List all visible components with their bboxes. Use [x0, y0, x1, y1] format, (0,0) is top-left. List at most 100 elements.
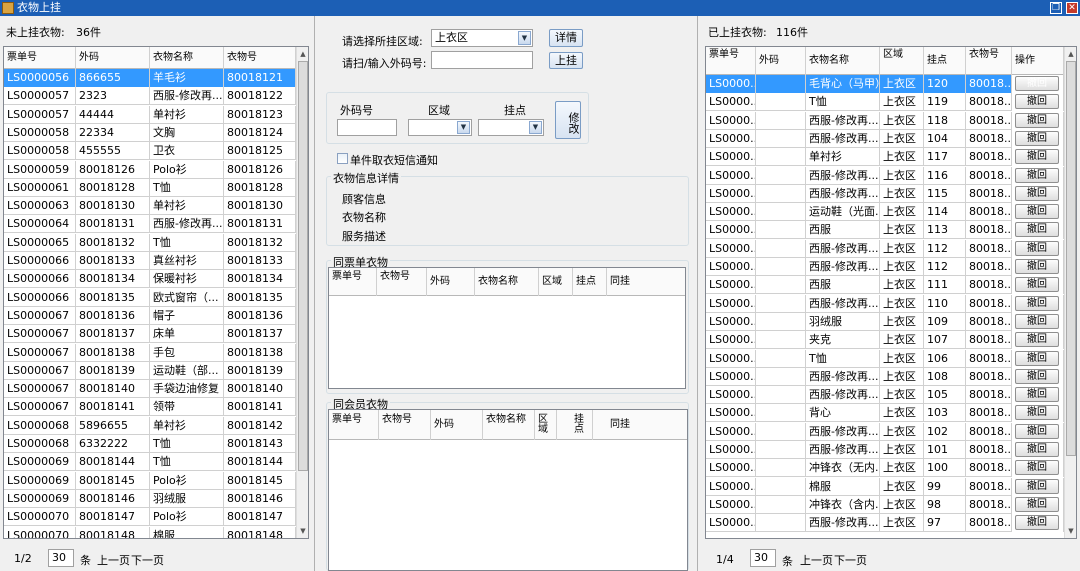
table-row[interactable]: LS0000056 866655 羊毛衫 80018121 — [4, 69, 296, 87]
right-vscrollbar[interactable]: ▲ ▼ — [1064, 47, 1076, 538]
withdraw-button[interactable]: 撤回 — [1015, 496, 1059, 512]
withdraw-button[interactable]: 撤回 — [1015, 112, 1059, 128]
hang-button[interactable]: 上挂 — [549, 52, 583, 69]
table-row[interactable]: LS0000... 西服-修改再... 上衣区 102 80018... 撤回 — [706, 422, 1064, 441]
withdraw-button[interactable]: 撤回 — [1015, 149, 1059, 165]
withdraw-button[interactable]: 撤回 — [1015, 387, 1059, 403]
table-row[interactable]: LS0000067 80018141 领带 80018141 — [4, 398, 296, 417]
chevron-down-icon[interactable]: ▼ — [457, 121, 470, 134]
withdraw-button[interactable]: 撤回 — [1015, 277, 1059, 293]
withdraw-button[interactable]: 撤回 — [1015, 368, 1059, 384]
table-row[interactable]: LS0000... 西服 上衣区 111 80018... 撤回 — [706, 276, 1064, 295]
withdraw-button[interactable]: 撤回 — [1015, 222, 1059, 238]
same-ticket-grid[interactable]: 票单号 衣物号 外码 衣物名称 区域 挂点 同挂 — [328, 267, 686, 389]
table-row[interactable]: LS0000066 80018133 真丝衬衫 80018133 — [4, 252, 296, 270]
withdraw-button[interactable]: 撤回 — [1015, 167, 1059, 183]
table-row[interactable]: LS0000058 455555 卫衣 80018125 — [4, 142, 296, 161]
withdraw-button[interactable]: 撤回 — [1015, 204, 1059, 220]
table-row[interactable]: LS0000059 80018126 Polo衫 80018126 — [4, 160, 296, 179]
withdraw-button[interactable]: 撤回 — [1015, 185, 1059, 201]
same-member-grid[interactable]: 票单号 衣物号 外码 衣物名称 区域 挂点 同挂 — [328, 409, 688, 571]
table-row[interactable]: LS0000... 西服-修改再... 上衣区 115 80018... 撤回 — [706, 184, 1064, 203]
modify-button[interactable]: 修改 — [555, 101, 581, 139]
detail-button[interactable]: 详情 — [549, 29, 583, 47]
withdraw-button[interactable]: 撤回 — [1015, 94, 1059, 110]
left-vscrollbar[interactable]: ▲ ▼ — [296, 47, 308, 538]
table-row[interactable]: LS0000057 44444 单衬衫 80018123 — [4, 105, 296, 124]
table-row[interactable]: LS0000... 西服-修改再... 上衣区 116 80018... 撤回 — [706, 166, 1064, 185]
table-row[interactable]: LS0000067 80018139 运动鞋（部... 80018139 — [4, 361, 296, 380]
scroll-down-icon[interactable]: ▼ — [1065, 524, 1076, 538]
right-prev-page-link[interactable]: 上一页 — [800, 552, 833, 568]
scroll-down-icon[interactable]: ▼ — [297, 524, 308, 538]
area-select[interactable]: 上衣区 ▼ — [431, 29, 533, 47]
left-prev-page-link[interactable]: 上一页 — [97, 552, 130, 568]
table-row[interactable]: LS0000065 80018132 T恤 80018132 — [4, 233, 296, 252]
table-row[interactable]: LS0000069 80018146 羽绒服 80018146 — [4, 489, 296, 508]
withdraw-button[interactable]: 撤回 — [1015, 350, 1059, 366]
left-splitter[interactable] — [314, 16, 315, 571]
table-row[interactable]: LS0000... 羽绒服 上衣区 109 80018... 撤回 — [706, 312, 1064, 331]
table-row[interactable]: LS0000... 西服-修改再... 上衣区 112 80018... 撤回 — [706, 239, 1064, 258]
withdraw-button[interactable]: 撤回 — [1015, 130, 1059, 146]
edit-area-select[interactable]: ▼ — [408, 119, 472, 136]
withdraw-button[interactable]: 撤回 — [1015, 313, 1059, 329]
table-row[interactable]: LS0000068 5896655 单衬衫 80018142 — [4, 416, 296, 435]
hung-clothes-grid[interactable]: 票单号 外码 衣物名称 区域 挂点 衣物号 操作 LS0000... 毛背心（马甲… — [705, 46, 1077, 539]
table-row[interactable]: LS0000067 80018138 手包 80018138 — [4, 343, 296, 362]
table-row[interactable]: LS0000063 80018130 单衬衫 80018130 — [4, 197, 296, 216]
restore-icon[interactable]: ❐ — [1050, 2, 1062, 14]
withdraw-button[interactable]: 撤回 — [1015, 259, 1059, 274]
table-row[interactable]: LS0000067 80018137 床单 80018137 — [4, 325, 296, 344]
withdraw-button[interactable]: 撤回 — [1015, 442, 1059, 457]
withdraw-button[interactable]: 撤回 — [1015, 405, 1059, 421]
table-row[interactable]: LS0000... 西服 上衣区 113 80018... 撤回 — [706, 221, 1064, 240]
table-row[interactable]: LS0000... 西服-修改再... 上衣区 105 80018... 撤回 — [706, 386, 1064, 405]
table-row[interactable]: LS0000... 运动鞋（光面... 上衣区 114 80018... 撤回 — [706, 203, 1064, 222]
table-row[interactable]: LS0000... 西服-修改再... 上衣区 104 80018... 撤回 — [706, 129, 1064, 148]
table-row[interactable]: LS0000... 背心 上衣区 103 80018... 撤回 — [706, 404, 1064, 423]
right-splitter[interactable] — [697, 16, 698, 571]
table-row[interactable]: LS0000058 22334 文胸 80018124 — [4, 123, 296, 142]
table-row[interactable]: LS0000... T恤 上衣区 119 80018... 撤回 — [706, 93, 1064, 112]
table-row[interactable]: LS0000... 西服-修改再... 上衣区 97 80018... 撤回 — [706, 514, 1064, 533]
table-row[interactable]: LS0000... 西服-修改再... 上衣区 101 80018... 撤回 — [706, 441, 1064, 459]
unhung-clothes-grid[interactable]: 票单号 外码 衣物名称 衣物号 LS0000056 866655 羊毛衫 800181… — [3, 46, 309, 539]
table-row[interactable]: LS0000070 80018148 棉服 80018148 — [4, 526, 296, 538]
scroll-up-icon[interactable]: ▲ — [1065, 47, 1076, 61]
table-row[interactable]: LS0000066 80018134 保暖衬衫 80018134 — [4, 270, 296, 289]
scroll-thumb[interactable] — [298, 61, 308, 471]
scan-code-input[interactable] — [431, 51, 533, 69]
table-row[interactable]: LS0000061 80018128 T恤 80018128 — [4, 178, 296, 197]
right-next-page-link[interactable]: 下一页 — [834, 552, 867, 568]
table-row[interactable]: LS0000... 西服-修改再... 上衣区 108 80018... 撤回 — [706, 367, 1064, 386]
table-row[interactable]: LS0000068 6332222 T恤 80018143 — [4, 435, 296, 453]
table-row[interactable]: LS0000... 棉服 上衣区 99 80018... 撤回 — [706, 477, 1064, 496]
close-icon[interactable]: ✕ — [1066, 2, 1078, 14]
scroll-thumb[interactable] — [1066, 61, 1076, 456]
edit-code-input[interactable] — [337, 119, 397, 136]
left-page-size-input[interactable]: 30 — [48, 549, 74, 567]
table-row[interactable]: LS0000... 西服-修改再... 上衣区 112 80018... 撤回 — [706, 258, 1064, 276]
table-row[interactable]: LS0000... 冲锋衣（含内... 上衣区 98 80018... 撤回 — [706, 495, 1064, 514]
withdraw-button[interactable]: 撤回 — [1015, 478, 1059, 494]
withdraw-button[interactable]: 撤回 — [1015, 515, 1059, 531]
table-row[interactable]: LS0000064 80018131 西服-修改再... 80018131 — [4, 215, 296, 234]
edit-point-select[interactable]: ▼ — [478, 119, 544, 136]
table-row[interactable]: LS0000069 80018145 Polo衫 80018145 — [4, 471, 296, 490]
table-row[interactable]: LS0000066 80018135 欧式窗帘（... 80018135 — [4, 288, 296, 307]
table-row[interactable]: LS0000... 单衬衫 上衣区 117 80018... 撤回 — [706, 148, 1064, 167]
table-row[interactable]: LS0000067 80018136 帽子 80018136 — [4, 306, 296, 325]
chevron-down-icon[interactable]: ▼ — [529, 121, 542, 134]
table-row[interactable]: LS0000057 2323 西服-修改再... 80018122 — [4, 87, 296, 106]
withdraw-button[interactable]: 撤回 — [1015, 332, 1059, 348]
withdraw-button[interactable]: 撤回 — [1015, 460, 1059, 476]
table-row[interactable]: LS0000... 西服-修改再... 上衣区 118 80018... 撤回 — [706, 111, 1064, 130]
table-row[interactable]: LS0000070 80018147 Polo衫 80018147 — [4, 508, 296, 527]
withdraw-button[interactable]: 撤回 — [1015, 240, 1059, 256]
table-row[interactable]: LS0000067 80018140 手袋边油修复 80018140 — [4, 380, 296, 399]
withdraw-button[interactable]: 撤回 — [1015, 76, 1059, 91]
withdraw-button[interactable]: 撤回 — [1015, 423, 1059, 439]
table-row[interactable]: LS0000... 冲锋衣（无内... 上衣区 100 80018... 撤回 — [706, 459, 1064, 478]
table-row[interactable]: LS0000... 毛背心（马甲） 上衣区 120 80018... 撤回 — [706, 75, 1064, 93]
